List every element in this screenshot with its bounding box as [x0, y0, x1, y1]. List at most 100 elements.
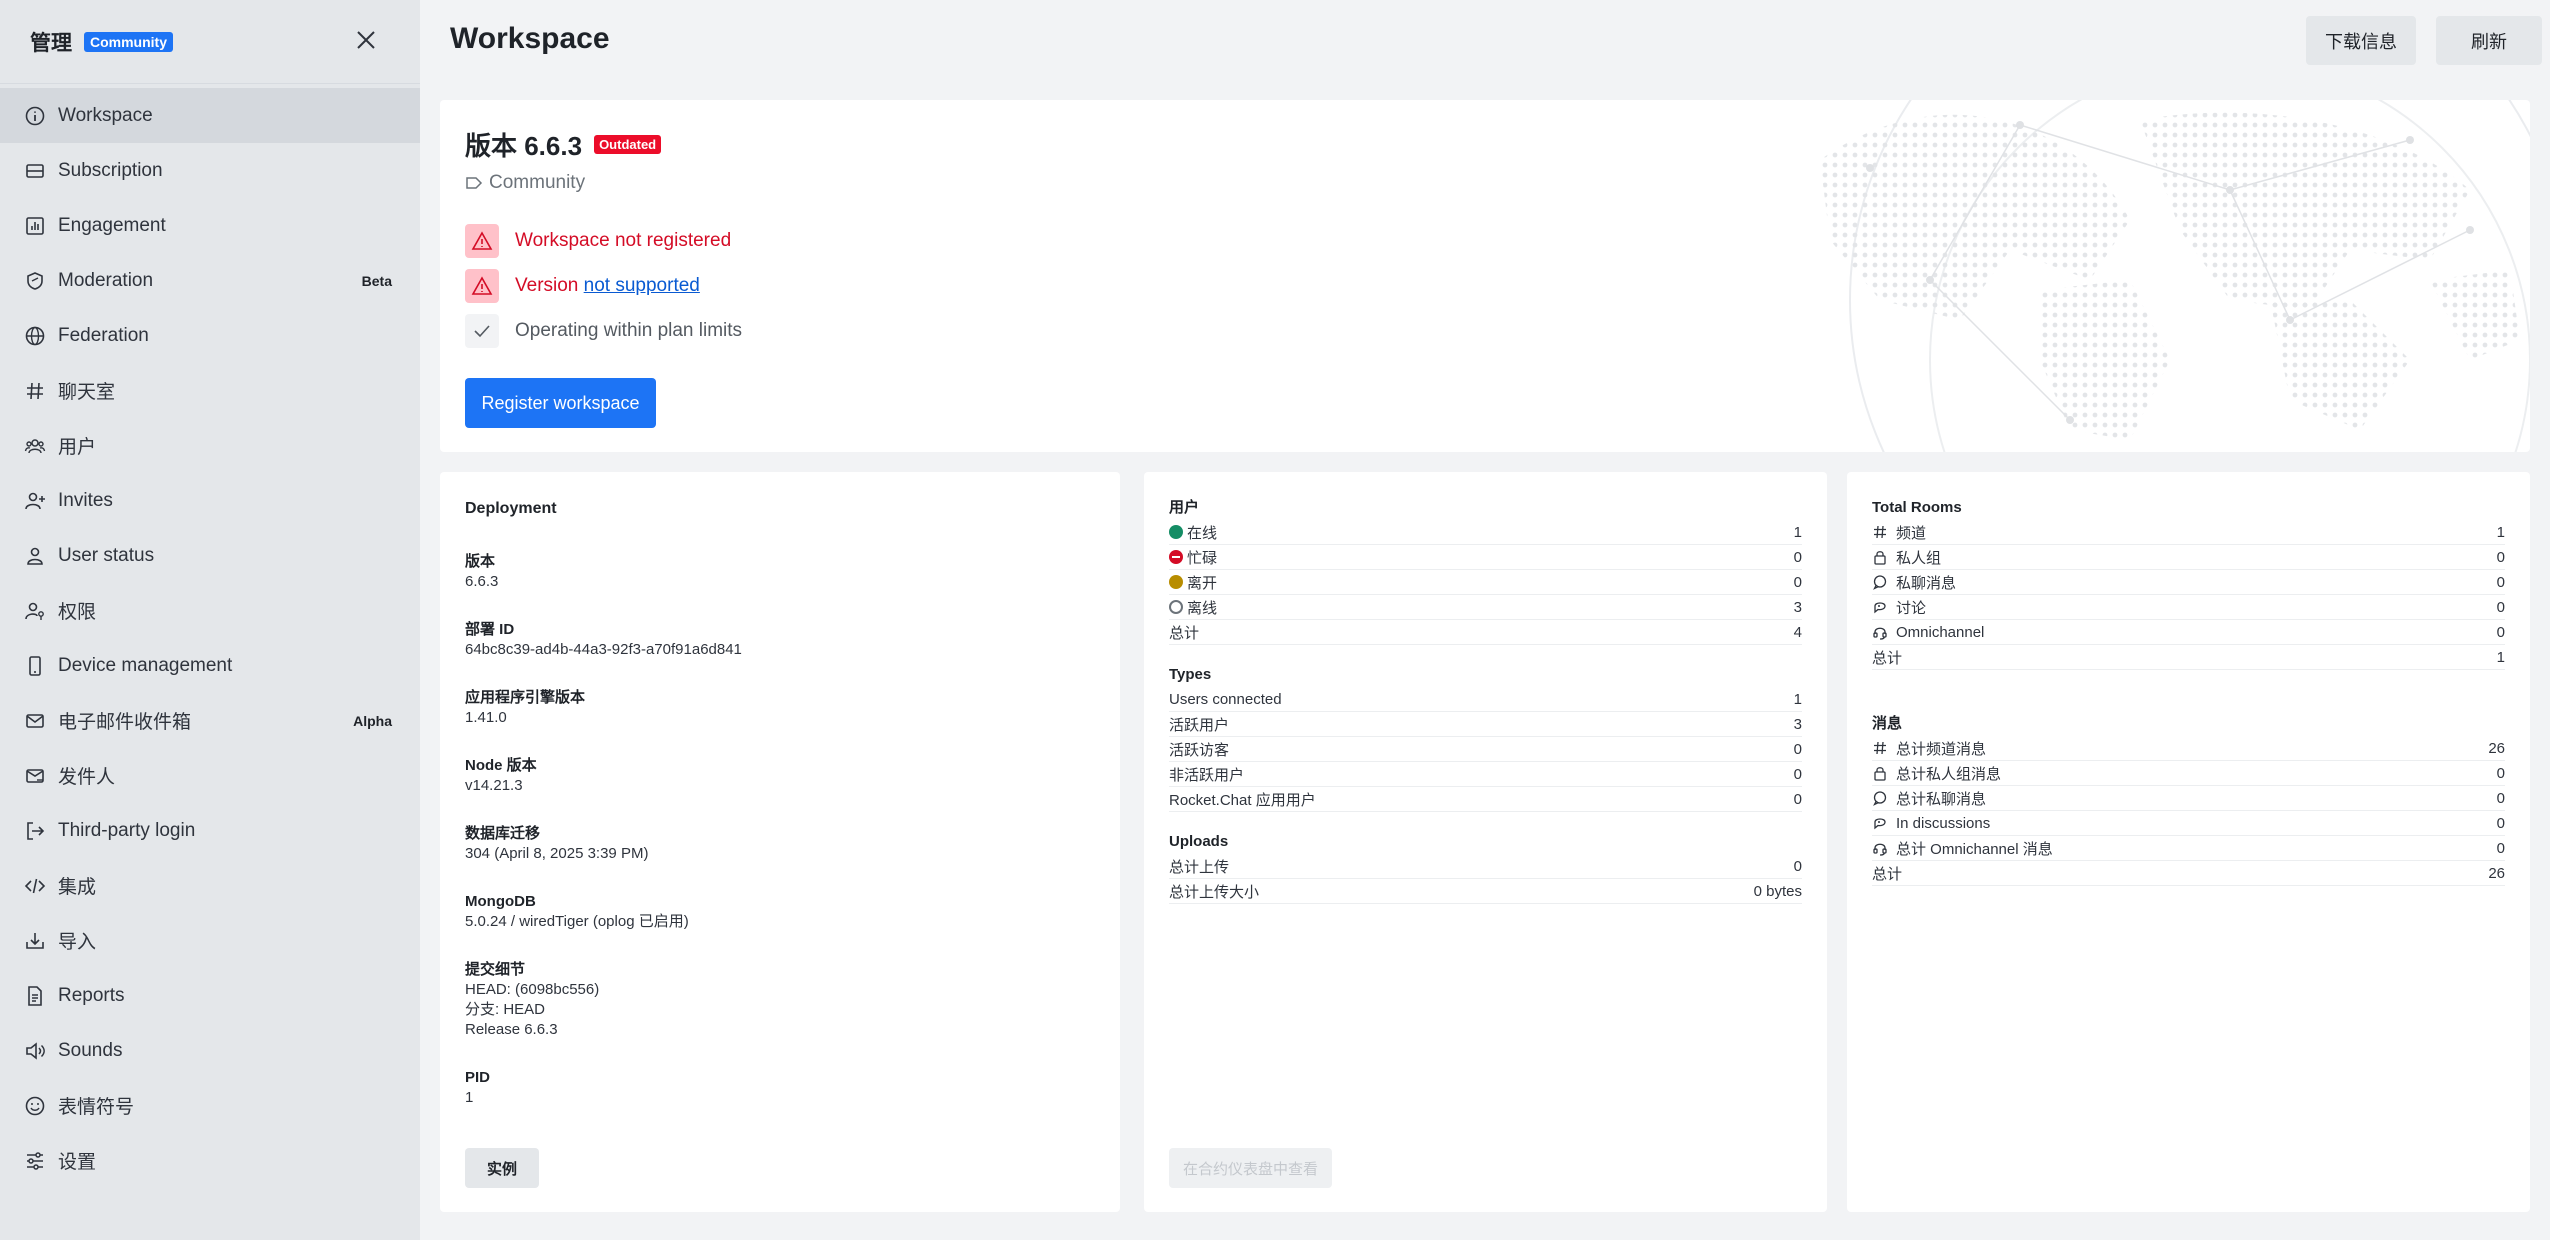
edition-label: Community: [465, 172, 585, 194]
deployment-field: PID 1: [465, 1068, 1095, 1108]
sidebar-item-reports[interactable]: Reports: [0, 968, 420, 1023]
stats-row: 频道 1: [1872, 520, 2505, 545]
stats-row: 总计私人组消息 0: [1872, 761, 2505, 786]
stats-row-label: 私聊消息: [1896, 574, 1957, 592]
sidebar-item-third-party-login[interactable]: Third-party login: [0, 803, 420, 858]
stats-row: 总计频道消息 26: [1872, 736, 2505, 761]
sidebar-item-label: 用户: [58, 437, 97, 458]
deployment-field: 数据库迁移 304 (April 8, 2025 3:39 PM): [465, 824, 1095, 864]
stats-section-heading: Types: [1169, 666, 1212, 683]
sidebar-item-user-status[interactable]: User status: [0, 528, 420, 583]
register-workspace-button[interactable]: Register workspace: [465, 378, 656, 428]
stats-row: 离开 0: [1169, 570, 1802, 595]
page-title: Workspace: [450, 22, 610, 55]
deployment-field-value: 304 (April 8, 2025 3:39 PM): [465, 845, 649, 862]
sidebar-item-导入[interactable]: 导入: [0, 913, 420, 968]
deployment-field-label: 数据库迁移: [465, 825, 541, 842]
sidebar-item-device-management[interactable]: Device management: [0, 638, 420, 693]
deployment-field-label: 提交细节: [465, 961, 526, 978]
sidebar-item-设置[interactable]: 设置: [0, 1133, 420, 1188]
stats-row-value: 0: [2496, 548, 2505, 566]
refresh-button[interactable]: 刷新: [2436, 16, 2542, 65]
stats-row: 总计 4: [1169, 620, 1802, 645]
stats-row-label: 总计: [1169, 624, 1200, 642]
login-icon: [24, 820, 46, 842]
headset-icon: [1872, 624, 1888, 640]
close-sidebar-button[interactable]: [348, 22, 384, 58]
stats-row: 活跃访客 0: [1169, 737, 1802, 762]
stats-row: 活跃用户 3: [1169, 712, 1802, 737]
discussion-icon: [1872, 815, 1888, 831]
deployment-field: 部署 ID 64bc8c39-ad4b-44a3-92f3-a70f91a6d84…: [465, 620, 1095, 660]
deployment-field-value: 64bc8c39-ad4b-44a3-92f3-a70f91a6d841: [465, 641, 742, 658]
hash-icon: [1872, 524, 1888, 540]
sidebar-title: 管理: [30, 31, 72, 55]
emoji-icon: [24, 1095, 46, 1117]
sidebar-item-集成[interactable]: 集成: [0, 858, 420, 913]
mail-icon: [24, 710, 46, 732]
warning-icon: [465, 269, 499, 303]
edition-badge: Community: [84, 31, 173, 52]
sidebar-item-label: Device management: [58, 654, 233, 676]
tag-icon: [466, 177, 483, 189]
sidebar-item-label: 设置: [58, 1152, 97, 1173]
stats-row: 总计上传 0: [1169, 854, 1802, 879]
lock-icon: [1872, 765, 1888, 781]
deployment-fields: 版本 6.6.3 部署 ID 64bc8c39-ad4b-44a3-92f3-a70f…: [465, 552, 1095, 1108]
sidebar-item-federation[interactable]: Federation: [0, 308, 420, 363]
sidebar-item-engagement[interactable]: Engagement: [0, 198, 420, 253]
stats-row-label: 频道: [1896, 524, 1927, 542]
close-icon: [357, 31, 375, 49]
sidebar-item-moderation[interactable]: Moderation Beta: [0, 253, 420, 308]
sliders-icon: [24, 1150, 46, 1172]
sidebar-item-权限[interactable]: 权限: [0, 583, 420, 638]
stats-row-value: 1: [2496, 648, 2505, 666]
stats-row-label: 离线: [1187, 599, 1218, 617]
deployment-field-value: 5.0.24 / wiredTiger (oplog 已启用): [465, 913, 689, 930]
stats-row: 总计私聊消息 0: [1872, 786, 2505, 811]
sidebar-item-用户[interactable]: 用户: [0, 418, 420, 473]
sidebar-item-label: Sounds: [58, 1039, 123, 1061]
user-icon: [24, 545, 46, 567]
discussion-icon: [1872, 599, 1888, 615]
sidebar-item-subscription[interactable]: Subscription: [0, 143, 420, 198]
stats-section: Total Rooms 频道 1 私人组 0 私聊消息 0 讨论 0 Omnichannel 0 总计…: [1872, 496, 2505, 670]
stats-section: 用户 在线 1 忙碌 0 离开 0 离线 3 总计 4: [1169, 496, 1802, 645]
code-icon: [24, 875, 46, 897]
stats-row-value: 26: [2488, 739, 2505, 757]
deployment-heading: Deployment: [465, 500, 557, 517]
stats-row: 总计 Omnichannel 消息 0: [1872, 836, 2505, 861]
headset-icon: [1872, 840, 1888, 856]
sidebar-item-电子邮件收件箱[interactable]: 电子邮件收件箱 Alpha: [0, 693, 420, 748]
stats-row: 忙碌 0: [1169, 545, 1802, 570]
stats-row: 私人组 0: [1872, 545, 2505, 570]
sidebar-item-聊天室[interactable]: 聊天室: [0, 363, 420, 418]
sidebar-item-表情符号[interactable]: 表情符号: [0, 1078, 420, 1133]
stats-row-value: 0: [2496, 764, 2505, 782]
sidebar-item-label: Federation: [58, 324, 149, 346]
sidebar-item-invites[interactable]: Invites: [0, 473, 420, 528]
sidebar-item-sounds[interactable]: Sounds: [0, 1023, 420, 1078]
stats-row-label: 离开: [1187, 574, 1218, 592]
chat-bubble-icon: [1872, 574, 1888, 590]
view-engagement-button[interactable]: 在合约仪表盘中查看: [1169, 1148, 1333, 1188]
stats-row-value: 0: [1793, 790, 1802, 808]
stats-section-heading: Uploads: [1169, 833, 1229, 850]
download-info-button[interactable]: 下载信息: [2306, 16, 2416, 65]
instances-button[interactable]: 实例: [465, 1148, 540, 1188]
stats-row: 私聊消息 0: [1872, 570, 2505, 595]
warning-icon: [465, 224, 499, 258]
stats-row-value: 1: [2496, 523, 2505, 541]
sidebar-item-tag: Alpha: [353, 712, 392, 729]
sidebar-item-label: 电子邮件收件箱: [58, 712, 192, 733]
sidebar-item-label: Invites: [58, 489, 113, 511]
sidebar-item-workspace[interactable]: Workspace: [0, 88, 420, 143]
globe-illustration: [1820, 100, 2530, 452]
sidebar-item-发件人[interactable]: 发件人: [0, 748, 420, 803]
status-version-support: Version not supported: [465, 269, 700, 303]
outdated-badge: Outdated: [594, 135, 662, 154]
deployment-field-value: 1: [465, 1089, 474, 1106]
not-supported-link[interactable]: not supported: [584, 275, 700, 296]
stats-section-heading: 用户: [1169, 499, 1200, 516]
deployment-field-value: 1.41.0: [465, 709, 507, 726]
